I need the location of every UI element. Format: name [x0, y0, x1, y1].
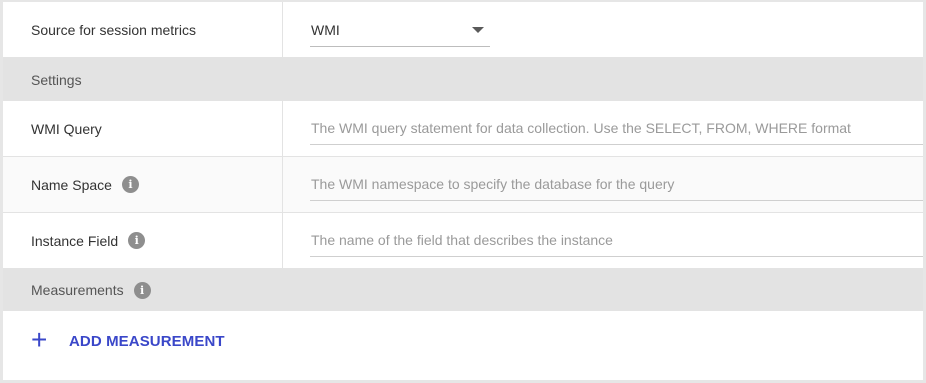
- plus-icon: +: [31, 324, 48, 355]
- settings-section-label: Settings: [31, 71, 82, 88]
- session-metrics-select[interactable]: WMI: [310, 13, 490, 47]
- wmi-query-input[interactable]: [310, 112, 923, 145]
- instance-field-value-cell: [284, 213, 923, 268]
- session-metrics-selected-value: WMI: [311, 21, 340, 38]
- settings-section-header: Settings: [3, 58, 923, 101]
- name-space-label-cell: Name Space i: [3, 157, 283, 212]
- session-metrics-row: Source for session metrics WMI: [3, 2, 923, 58]
- name-space-input[interactable]: [310, 168, 923, 201]
- name-space-row: Name Space i: [3, 157, 923, 213]
- settings-form: Source for session metrics WMI Settings …: [3, 2, 923, 380]
- session-metrics-label-cell: Source for session metrics: [3, 2, 283, 57]
- name-space-value-cell: [284, 157, 923, 212]
- measurements-section-header: Measurements i: [3, 269, 923, 311]
- info-icon[interactable]: i: [128, 232, 146, 249]
- wmi-query-row: WMI Query: [3, 101, 923, 157]
- name-space-label: Name Space: [31, 176, 112, 193]
- instance-field-label: Instance Field: [31, 232, 119, 249]
- wmi-query-label: WMI Query: [31, 120, 102, 137]
- info-icon[interactable]: i: [121, 176, 139, 193]
- add-measurement-label: ADD MEASUREMENT: [69, 333, 225, 350]
- session-metrics-value-cell: WMI: [284, 2, 923, 57]
- dropdown-caret-icon: [472, 27, 484, 33]
- session-metrics-label: Source for session metrics: [31, 21, 196, 38]
- instance-field-label-cell: Instance Field i: [3, 213, 283, 268]
- measurements-section-label: Measurements: [31, 282, 124, 298]
- info-icon[interactable]: i: [133, 281, 151, 299]
- instance-field-row: Instance Field i: [3, 213, 923, 269]
- add-measurement-button[interactable]: + ADD MEASUREMENT: [31, 324, 225, 355]
- instance-field-input[interactable]: [310, 224, 923, 257]
- wmi-query-label-cell: WMI Query: [3, 101, 283, 156]
- wmi-query-value-cell: [284, 101, 923, 156]
